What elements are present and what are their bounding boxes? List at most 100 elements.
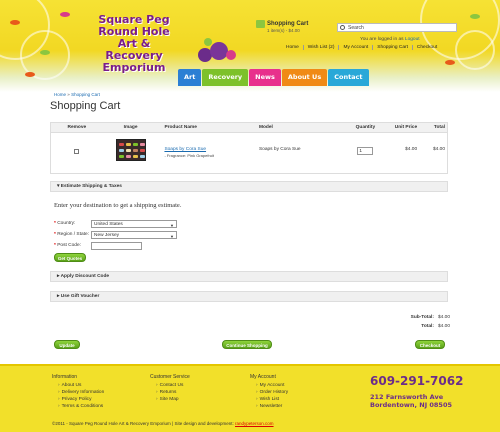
col-quantity: Quantity (355, 125, 376, 130)
total-label: Total: (421, 324, 434, 329)
shipping-intro: Enter your destination to get a shipping… (54, 202, 182, 209)
address-line: Bordentown, NJ 08505 (370, 401, 452, 409)
region-value: New Jersey (94, 233, 120, 238)
address-line: 212 Farnsworth Ave (370, 393, 444, 401)
voucher-section-header[interactable]: ▸ Use Gift Voucher (50, 291, 448, 302)
copyright: ©2011 - Square Peg Round Hole Art & Reco… (52, 421, 274, 426)
top-link-wishlist[interactable]: Wish List (2) (304, 45, 340, 50)
login-status: You are logged in as Logout (360, 37, 460, 42)
copyright-text: ©2011 - Square Peg Round Hole Art & Reco… (52, 421, 236, 426)
mini-cart-summary: 1 item(s) - $4.00 (267, 28, 300, 33)
page-title: Shopping Cart (50, 100, 121, 112)
footer-heading: My Account (250, 374, 276, 380)
leaf-decoration (40, 50, 50, 55)
chevron-down-icon: ▼ (170, 234, 174, 239)
footer-information: Information About Us Delivery Informatio… (52, 374, 104, 410)
country-label: * Country: (54, 221, 76, 226)
table-header: Remove Image Product Name Model Quantity… (51, 123, 447, 133)
region-label-text: Region / State: (57, 232, 89, 237)
footer-link[interactable]: Site Map (156, 396, 190, 403)
top-link-home[interactable]: Home (282, 45, 304, 50)
leaf-decoration (470, 14, 480, 19)
leaf-decoration (445, 60, 455, 65)
subtotal-label: Sub-Total: (410, 315, 434, 320)
discount-section-title: Apply Discount Code (60, 274, 110, 279)
breadcrumb: Home » Shopping Cart (54, 92, 100, 97)
remove-checkbox[interactable] (74, 149, 80, 154)
continue-shopping-button[interactable]: Continue Shopping (222, 340, 272, 349)
unit-price: $4.00 (405, 147, 418, 152)
search-placeholder: Search (348, 24, 364, 31)
voucher-section-title: Use Gift Voucher (60, 294, 100, 299)
product-name-link[interactable]: Soaps by Cora Sue (164, 147, 255, 152)
footer-link[interactable]: Wish List (256, 396, 288, 403)
product-thumbnail[interactable] (115, 139, 146, 161)
footer-phone: 609-291-7062 (370, 374, 464, 388)
nav-tab-recovery[interactable]: Recovery (202, 69, 249, 86)
shipping-section-header[interactable]: ▾ Estimate Shipping & Taxes (50, 181, 448, 192)
top-links: Home Wish List (2) My Account Shopping C… (282, 45, 441, 50)
col-model: Model (258, 125, 273, 130)
site-header: Square Peg Round Hole Art & Recovery Emp… (0, 0, 500, 92)
footer-link[interactable]: Contact Us (156, 382, 190, 389)
footer-customer-service: Customer Service Contact Us Returns Site… (150, 374, 190, 403)
nav-tab-news[interactable]: News (249, 69, 281, 86)
postcode-input[interactable] (91, 242, 142, 250)
decorative-swirl (455, 30, 495, 70)
subtotal-row: Sub-Total: $4.00 (380, 315, 450, 320)
logo-line: Art & Recovery (105, 37, 163, 62)
region-label: * Region / State: (54, 232, 89, 237)
footer-link[interactable]: About Us (58, 382, 104, 389)
breadcrumb-separator: » (67, 92, 70, 97)
shipping-section-title: Estimate Shipping & Taxes (60, 184, 122, 189)
update-button[interactable]: Update (54, 340, 80, 349)
footer-my-account: My Account My Account Order History Wish… (250, 374, 288, 410)
designer-link[interactable]: randypeterson.com (235, 421, 274, 426)
product-option: - Fragrance: Pink Grapefruit (164, 153, 215, 158)
leaf-decoration (10, 20, 20, 25)
total-row: Total: $4.00 (380, 324, 450, 329)
cart-icon (256, 20, 265, 28)
footer-link[interactable]: Terms & Conditions (58, 403, 104, 410)
cart-table: Remove Image Product Name Model Quantity… (50, 122, 448, 174)
top-link-account[interactable]: My Account (339, 45, 374, 50)
get-quotes-button[interactable]: Get Quotes (54, 253, 86, 262)
footer-link[interactable]: Delivery Information (58, 389, 105, 396)
country-label-text: Country: (57, 221, 76, 226)
footer-address: 212 Farnsworth Ave Bordentown, NJ 08505 (370, 393, 452, 409)
nav-tab-art[interactable]: Art (178, 69, 202, 86)
quantity-input[interactable]: 1 (357, 147, 374, 155)
chevron-down-icon: ▼ (170, 223, 174, 228)
breadcrumb-current[interactable]: Shopping Cart (71, 92, 100, 97)
top-link-checkout[interactable]: Checkout (413, 45, 441, 50)
breadcrumb-home[interactable]: Home (54, 92, 66, 97)
logo-line: Emporium (102, 61, 166, 74)
site-footer: Information About Us Delivery Informatio… (0, 364, 500, 432)
postcode-label: * Post Code: (54, 243, 81, 248)
search-icon[interactable] (340, 25, 345, 30)
country-select[interactable]: United States ▼ (91, 220, 177, 228)
footer-link[interactable]: Order History (256, 389, 289, 396)
region-select[interactable]: New Jersey ▼ (91, 231, 177, 239)
discount-section-header[interactable]: ▸ Apply Discount Code (50, 271, 448, 282)
footer-heading: Customer Service (150, 374, 190, 380)
nav-tab-contact[interactable]: Contact (328, 69, 369, 86)
search-input[interactable]: Search (337, 23, 457, 32)
mini-cart[interactable]: Shopping Cart 1 item(s) - $4.00 (256, 20, 331, 33)
row-total: $4.00 (432, 147, 445, 152)
col-unit-price: Unit Price (394, 125, 418, 130)
logout-link[interactable]: Logout (405, 37, 420, 42)
mini-cart-title: Shopping Cart (267, 21, 309, 27)
footer-link[interactable]: Newsletter (256, 403, 288, 410)
site-logo[interactable]: Square Peg Round Hole Art & Recovery Emp… (88, 14, 180, 74)
footer-link[interactable]: Privacy Policy (58, 396, 104, 403)
checkout-button[interactable]: Checkout (415, 340, 445, 349)
col-image: Image (123, 125, 138, 130)
nav-tab-about[interactable]: About Us (281, 69, 328, 86)
footer-link[interactable]: My Account (256, 382, 288, 389)
product-model: Soaps by Cora Sue (258, 147, 301, 152)
main-nav: Art Recovery News About Us Contact (178, 69, 369, 86)
top-link-cart[interactable]: Shopping Cart (373, 45, 413, 50)
country-value: United States (94, 222, 123, 227)
footer-link[interactable]: Returns (156, 389, 190, 396)
